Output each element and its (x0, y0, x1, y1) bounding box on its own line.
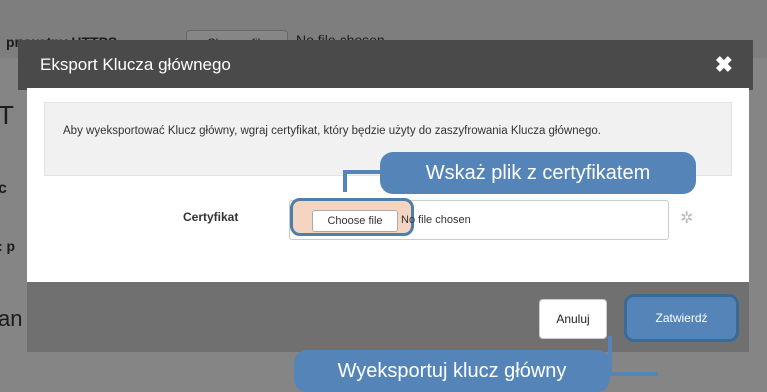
certificate-label: Certyfikat (183, 210, 239, 224)
callout-select-certificate: Wskaż plik z certyfikatem (380, 152, 696, 194)
modal-header: Eksport Klucza głównego ✖ (18, 40, 753, 90)
asterisk-icon: ✲ (680, 210, 694, 227)
callout-export-key: Wyeksportuj klucz główny (294, 350, 610, 392)
modal-footer: Anuluj Zatwierdź (27, 282, 749, 352)
info-text: Aby wyeksportować Klucz główny, wgraj ce… (63, 125, 601, 137)
close-icon[interactable]: ✖ (715, 52, 733, 78)
callout-connector (343, 170, 383, 174)
cancel-button[interactable]: Anuluj (539, 299, 607, 339)
modal-title: Eksport Klucza głównego (40, 55, 231, 74)
submit-button[interactable]: Zatwierdź (624, 294, 739, 342)
callout-connector (608, 372, 658, 376)
no-file-chosen-text: No file chosen (401, 214, 471, 226)
choose-file-button[interactable]: Choose file (312, 210, 398, 232)
